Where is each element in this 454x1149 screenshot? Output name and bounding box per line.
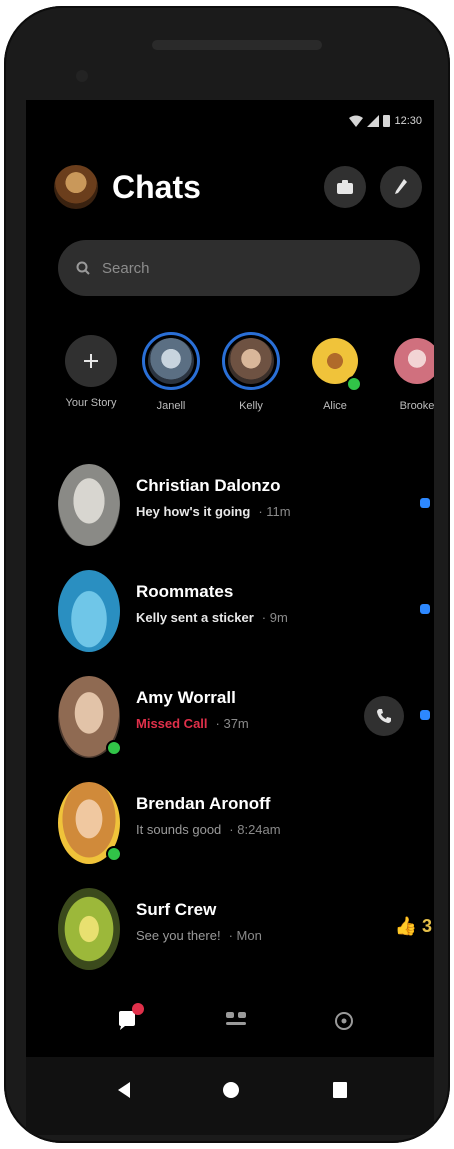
status-time: 12:30 xyxy=(394,114,422,127)
chat-time: · 8:24am xyxy=(229,822,281,837)
chat-row-surf-crew[interactable]: Surf Crew See you there! · Mon 👍 3 xyxy=(54,884,434,974)
app-screen: 12:30 Chats Search Your Story Janell Kel… xyxy=(26,100,434,1135)
camera-icon xyxy=(337,180,353,194)
story-label: Alice xyxy=(323,400,347,412)
chat-name: Surf Crew xyxy=(136,900,217,919)
chat-avatar xyxy=(58,464,120,546)
search-icon xyxy=(76,261,90,275)
story-ring xyxy=(222,332,280,390)
chat-name: Brendan Aronoff xyxy=(136,794,271,813)
story-janell[interactable]: Janell xyxy=(136,332,206,412)
compose-icon xyxy=(395,179,407,194)
nav-people[interactable] xyxy=(216,1001,256,1041)
online-indicator xyxy=(346,376,362,392)
call-back-button[interactable] xyxy=(364,696,404,736)
people-icon xyxy=(226,1012,246,1025)
chat-message: Kelly sent a sticker xyxy=(136,610,254,625)
story-kelly[interactable]: Kelly xyxy=(216,332,286,412)
story-avatar xyxy=(394,338,434,384)
speaker-grille xyxy=(152,40,322,50)
bottom-nav xyxy=(26,983,434,1057)
page-title: Chats xyxy=(112,168,201,205)
profile-avatar[interactable] xyxy=(54,165,98,209)
chat-preview: Hey how's it going · 11m xyxy=(136,504,291,519)
online-indicator xyxy=(106,740,122,756)
chat-name: Amy Worrall xyxy=(136,688,236,707)
search-input[interactable] xyxy=(100,258,364,278)
chat-message: It sounds good xyxy=(136,822,222,837)
battery-icon xyxy=(383,115,391,127)
story-label: Brooke xyxy=(399,400,434,412)
story-ring xyxy=(142,332,200,390)
chat-avatar xyxy=(58,570,120,652)
story-ring xyxy=(388,332,434,390)
missed-call-label: Missed Call xyxy=(136,716,208,731)
stories-row: Your Story Janell Kelly Alice Brooke xyxy=(56,332,434,432)
story-label: Your Story xyxy=(65,397,117,409)
chat-time: · Mon xyxy=(228,928,262,943)
reaction-badge: 👍 3 xyxy=(394,916,432,936)
status-bar: 12:30 xyxy=(349,114,422,127)
chats-header: Chats xyxy=(54,162,422,212)
chat-preview: It sounds good · 8:24am xyxy=(136,822,281,837)
back-icon[interactable] xyxy=(116,1081,132,1099)
chat-preview: See you there! · Mon xyxy=(136,928,262,943)
camera-button[interactable] xyxy=(324,166,366,208)
compose-button[interactable] xyxy=(380,166,422,208)
unread-indicator xyxy=(420,498,430,508)
chat-preview: Kelly sent a sticker · 9m xyxy=(136,610,288,625)
chat-message: Hey how's it going xyxy=(136,504,251,519)
add-story-button[interactable] xyxy=(65,335,117,387)
recents-icon[interactable] xyxy=(332,1081,348,1099)
signal-icon xyxy=(367,114,380,127)
chat-row-christian[interactable]: Christian Dalonzo Hey how's it going · 11… xyxy=(54,460,434,550)
home-icon[interactable] xyxy=(222,1081,240,1099)
unread-indicator xyxy=(420,710,430,720)
chat-time: · 37m xyxy=(215,716,249,731)
chat-time: · 9m xyxy=(261,610,288,625)
story-label: Janell xyxy=(156,400,186,412)
search-bar[interactable] xyxy=(58,240,420,296)
system-nav-bar xyxy=(26,1057,434,1135)
phone-icon xyxy=(377,709,391,723)
chat-name: Christian Dalonzo xyxy=(136,476,281,495)
unread-indicator xyxy=(420,604,430,614)
story-alice[interactable]: Alice xyxy=(300,332,370,412)
chat-message: See you there! xyxy=(136,928,221,943)
chat-row-amy[interactable]: Amy Worrall Missed Call · 37m xyxy=(54,672,434,762)
chats-badge xyxy=(132,1003,144,1015)
chat-row-brendan[interactable]: Brendan Aronoff It sounds good · 8:24am xyxy=(54,778,434,868)
phone-frame: 12:30 Chats Search Your Story Janell Kel… xyxy=(4,6,450,1143)
plus-icon xyxy=(84,354,98,368)
story-label: Kelly xyxy=(239,400,263,412)
story-brooke[interactable]: Brooke xyxy=(382,332,434,412)
story-avatar xyxy=(148,338,194,384)
wifi-icon xyxy=(349,115,364,127)
nav-chats[interactable] xyxy=(108,1001,148,1041)
chat-preview: Missed Call · 37m xyxy=(136,716,249,731)
front-camera xyxy=(76,70,88,82)
chat-time: · 11m xyxy=(258,504,291,519)
chat-name: Roommates xyxy=(136,582,234,601)
nav-discover[interactable] xyxy=(324,1001,364,1041)
story-avatar xyxy=(228,338,274,384)
story-your-story[interactable]: Your Story xyxy=(56,332,126,409)
compass-icon xyxy=(335,1012,353,1030)
chat-avatar xyxy=(58,888,120,970)
online-indicator xyxy=(106,846,122,862)
chat-row-roommates[interactable]: Roommates Kelly sent a sticker · 9m xyxy=(54,566,434,656)
